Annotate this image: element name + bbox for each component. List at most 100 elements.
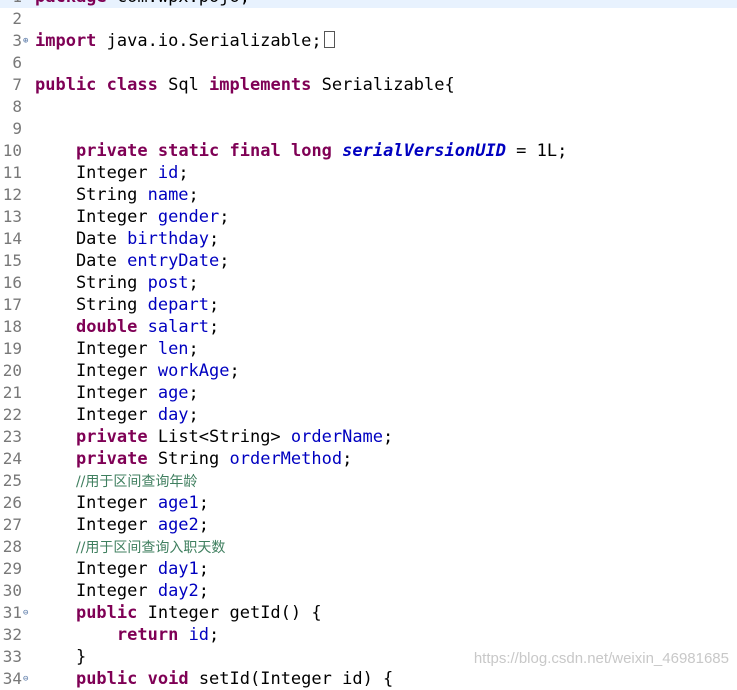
code-line[interactable]: 26 Integer age1;: [0, 492, 737, 514]
folded-imports-icon[interactable]: [323, 31, 335, 48]
code-line[interactable]: 19 Integer len;: [0, 338, 737, 360]
keyword: final: [229, 141, 281, 161]
code-line[interactable]: 17 String depart;: [0, 294, 737, 316]
line-number: 27: [2, 515, 22, 534]
fold-collapse-icon[interactable]: ⊖: [23, 668, 28, 690]
code-line[interactable]: 25 //用于区间查询年龄: [0, 470, 737, 492]
field-name: age2: [157, 515, 199, 535]
field-name: gender: [157, 207, 220, 227]
keyword: private: [75, 449, 148, 469]
code-line[interactable]: 28 //用于区间查询入职天数: [0, 536, 737, 558]
field-name: workAge: [157, 361, 230, 381]
line-number: 34: [2, 669, 22, 688]
field-name: id: [157, 163, 179, 183]
code-line[interactable]: 31 ⊖ public Integer getId() {: [0, 602, 737, 624]
code-line[interactable]: 27 Integer age2;: [0, 514, 737, 536]
line-number: 23: [2, 427, 22, 446]
code-text: import java.io.Serializable;: [35, 30, 335, 52]
line-number: 11: [2, 163, 22, 182]
code-token: java.io.Serializable;: [96, 31, 322, 51]
line-number: 31: [2, 603, 22, 622]
line-number: 19: [2, 339, 22, 358]
code-token: ;: [229, 361, 240, 381]
fold-expand-icon[interactable]: ⊕: [23, 30, 28, 52]
code-line[interactable]: 30 Integer day2;: [0, 580, 737, 602]
code-text: Integer age;: [35, 382, 199, 404]
line-number: 32: [2, 625, 22, 644]
code-token: com.wpx.pojo;: [107, 0, 250, 7]
code-token: ;: [209, 625, 220, 645]
line-number: 21: [2, 383, 22, 402]
code-token: setId(Integer id) {: [188, 669, 394, 689]
field-name: id: [188, 625, 210, 645]
code-text: String depart;: [35, 294, 219, 316]
code-token: Integer: [35, 559, 158, 579]
field-name: len: [157, 339, 189, 359]
line-number: 17: [2, 295, 22, 314]
code-line[interactable]: 6: [0, 52, 737, 74]
line-number: 18: [2, 317, 22, 336]
code-text: private String orderMethod;: [35, 448, 352, 470]
line-number: 33: [2, 647, 22, 666]
code-text: Integer gender;: [35, 206, 230, 228]
code-token: Sql: [157, 75, 210, 95]
code-line[interactable]: 14 Date birthday;: [0, 228, 737, 250]
keyword: public: [75, 669, 138, 689]
code-line[interactable]: 34 ⊖ public void setId(Integer id) {: [0, 668, 737, 690]
code-line[interactable]: 32 return id;: [0, 624, 737, 646]
line-number: 1: [0, 0, 22, 8]
code-token: Integer: [35, 163, 158, 183]
code-text: Integer age2;: [35, 514, 209, 536]
code-line[interactable]: 21 Integer age;: [0, 382, 737, 404]
code-line[interactable]: 12 String name;: [0, 184, 737, 206]
line-number: 25: [2, 471, 22, 490]
code-line[interactable]: 15 Date entryDate;: [0, 250, 737, 272]
code-line[interactable]: 9: [0, 118, 737, 140]
code-line[interactable]: 2: [0, 8, 737, 30]
code-line[interactable]: 10 private static final long serialVersi…: [0, 140, 737, 162]
code-line[interactable]: 22 Integer day;: [0, 404, 737, 426]
code-text: //用于区间查询年龄: [35, 470, 197, 493]
code-token: Integer: [35, 515, 158, 535]
watermark: https://blog.csdn.net/weixin_46981685: [473, 650, 729, 667]
code-line[interactable]: 8: [0, 96, 737, 118]
code-line[interactable]: 1 package com.wpx.pojo;: [0, 0, 737, 8]
line-number: 22: [2, 405, 22, 424]
keyword: public: [35, 75, 97, 95]
code-text: Integer day2;: [35, 580, 209, 602]
code-line[interactable]: 7 public class Sql implements Serializabl…: [0, 74, 737, 96]
code-text: double salart;: [35, 316, 219, 338]
code-token: Integer: [35, 361, 158, 381]
code-token: String: [147, 449, 230, 469]
code-text: }: [35, 646, 86, 668]
keyword: double: [75, 317, 138, 337]
code-text: //用于区间查询入职天数: [35, 536, 225, 559]
code-text: public void setId(Integer id) {: [35, 668, 393, 690]
keyword: private: [75, 427, 148, 447]
code-line[interactable]: 11 Integer id;: [0, 162, 737, 184]
code-line[interactable]: 24 private String orderMethod;: [0, 448, 737, 470]
field-name: orderMethod: [229, 449, 343, 469]
code-line[interactable]: 20 Integer workAge;: [0, 360, 737, 382]
code-text: package com.wpx.pojo;: [35, 0, 250, 8]
code-line[interactable]: 16 String post;: [0, 272, 737, 294]
code-line[interactable]: 29 Integer day1;: [0, 558, 737, 580]
code-line[interactable]: 3 ⊕ import java.io.Serializable;: [0, 30, 737, 52]
code-text: private static final long serialVersionU…: [35, 140, 567, 162]
code-token: ;: [219, 207, 230, 227]
keyword: long: [290, 141, 332, 161]
code-text: Date birthday;: [35, 228, 219, 250]
code-line[interactable]: 23 private List<String> orderName;: [0, 426, 737, 448]
code-line[interactable]: 13 Integer gender;: [0, 206, 737, 228]
static-field: serialVersionUID: [342, 141, 506, 161]
code-editor[interactable]: 1 package com.wpx.pojo; 23 ⊕ import java.io.…: [0, 0, 737, 690]
line-number: 2: [12, 9, 22, 28]
fold-collapse-icon[interactable]: ⊖: [23, 602, 28, 624]
field-name: age: [157, 383, 189, 403]
code-line[interactable]: 18 double salart;: [0, 316, 737, 338]
